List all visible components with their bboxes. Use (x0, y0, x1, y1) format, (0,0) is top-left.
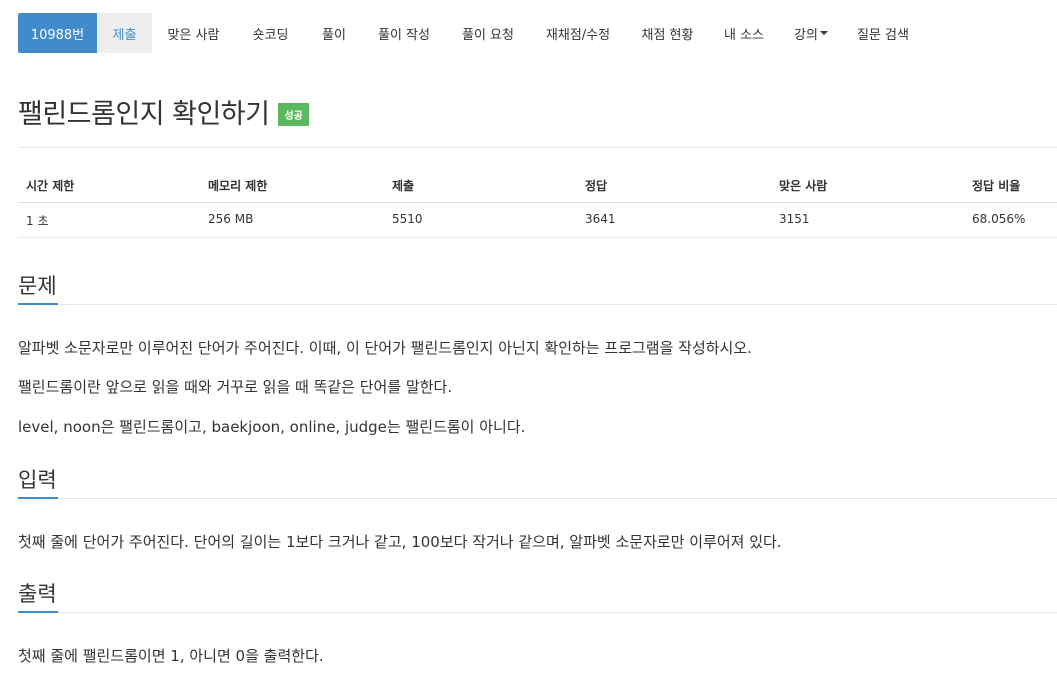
table-row: 1 초 256 MB 5510 3641 3151 68.056% (18, 203, 1057, 238)
input-paragraph: 첫째 줄에 단어가 주어진다. 단어의 길이는 1보다 크거나 같고, 100보… (18, 533, 782, 551)
tab-label: 제출 (112, 27, 137, 43)
header-time-limit: 시간 제한 (26, 179, 75, 193)
table-header-row: 시간 제한 메모리 제한 제출 정답 맞은 사람 정답 비율 (18, 168, 1057, 203)
problem-nav-tabs: 10988번 제출 맞은 사람 숏코딩 풀이 풀이 작성 풀이 요청 재채점/수… (18, 13, 923, 53)
tab-write-solution[interactable]: 풀이 작성 (362, 13, 446, 53)
section-title-description: 문제 (18, 274, 57, 298)
header-submissions: 제출 (392, 179, 415, 193)
section-divider (58, 498, 1057, 499)
header-accepted: 정답 (585, 179, 608, 193)
tab-label: 풀이 작성 (378, 27, 430, 43)
description-paragraph: level, noon은 팰린드롬이고, baekjoon, online, j… (18, 418, 526, 436)
tab-request-solution[interactable]: 풀이 요청 (446, 13, 530, 53)
output-paragraph: 첫째 줄에 팰린드롬이면 1, 아니면 0을 출력한다. (18, 647, 324, 665)
tab-submit[interactable]: 제출 (97, 13, 152, 53)
tab-label: 10988번 (30, 27, 85, 43)
section-title-output: 출력 (18, 582, 57, 606)
problem-info-table: 시간 제한 메모리 제한 제출 정답 맞은 사람 정답 비율 1 초 256 M… (18, 168, 1057, 238)
description-paragraph: 팰린드롬이란 앞으로 읽을 때와 거꾸로 읽을 때 똑같은 단어를 말한다. (18, 378, 453, 396)
tab-solutions[interactable]: 풀이 (306, 13, 362, 53)
tab-label: 내 소스 (723, 27, 764, 43)
tab-short-coding[interactable]: 숏코딩 (235, 13, 306, 53)
header-memory-limit: 메모리 제한 (208, 179, 268, 193)
tab-my-source[interactable]: 내 소스 (709, 13, 779, 53)
tab-question-search[interactable]: 질문 검색 (843, 13, 923, 53)
caret-down-icon (819, 31, 828, 35)
submissions-value: 5510 (392, 212, 423, 226)
description-paragraph: 알파벳 소문자로만 이루어진 단어가 주어진다. 이때, 이 단어가 팰린드롬인… (18, 339, 752, 357)
problem-header: 팰린드롬인지 확인하기 성공 (18, 92, 309, 131)
accepted-value: 3641 (585, 212, 616, 226)
tab-label: 맞은 사람 (167, 27, 220, 43)
header-accept-ratio: 정답 비율 (972, 179, 1021, 193)
section-underline (18, 303, 58, 305)
section-divider (58, 612, 1057, 613)
tab-accepted-users[interactable]: 맞은 사람 (152, 13, 235, 53)
tab-label: 재채점/수정 (545, 27, 611, 43)
problem-page: 10988번 제출 맞은 사람 숏코딩 풀이 풀이 작성 풀이 요청 재채점/수… (0, 0, 1057, 677)
memory-limit-value: 256 MB (208, 212, 254, 226)
time-limit-value: 1 초 (26, 214, 49, 228)
tab-rejudge[interactable]: 재채점/수정 (530, 13, 626, 53)
tab-lectures-dropdown[interactable]: 강의 (779, 13, 843, 53)
tab-label: 질문 검색 (857, 27, 909, 43)
problem-title: 팰린드롬인지 확인하기 (18, 99, 270, 130)
section-divider (58, 304, 1057, 305)
section-title-input: 입력 (18, 468, 57, 492)
section-underline (18, 497, 58, 499)
tab-label: 풀이 요청 (462, 27, 514, 43)
tab-label: 강의 (794, 27, 818, 43)
tab-label: 채점 현황 (641, 27, 694, 43)
tab-label: 숏코딩 (252, 27, 289, 43)
tab-problem[interactable]: 10988번 (18, 13, 97, 53)
accept-ratio-value: 68.056% (972, 212, 1026, 226)
tab-status[interactable]: 채점 현황 (626, 13, 709, 53)
header-accepted-users: 맞은 사람 (779, 179, 828, 193)
divider (18, 147, 1057, 148)
status-badge: 성공 (278, 103, 309, 126)
tab-label: 풀이 (322, 27, 346, 43)
accepted-users-value: 3151 (779, 212, 810, 226)
section-underline (18, 611, 58, 613)
